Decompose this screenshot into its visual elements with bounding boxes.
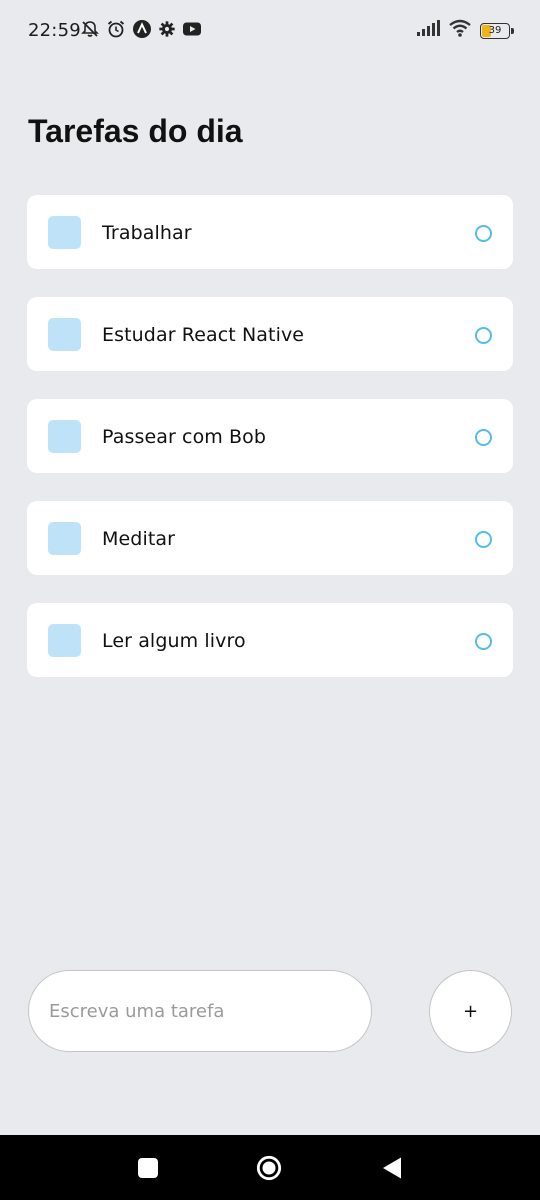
task-square-icon [48,420,81,453]
task-circle-icon[interactable] [475,327,492,344]
status-time: 22:59 [28,20,81,41]
task-label: Passear com Bob [102,426,267,448]
status-left-icons [80,19,202,39]
battery-level: 39 [488,24,502,36]
task-circle-icon[interactable] [475,429,492,446]
task-circle-icon[interactable] [475,225,492,242]
new-task-input[interactable] [28,970,372,1052]
page-title: Tarefas do dia [28,113,243,149]
add-task-button[interactable]: + [429,970,512,1053]
task-circle-icon[interactable] [475,531,492,548]
task-label: Meditar [102,528,176,550]
back-icon[interactable] [379,1155,405,1181]
recent-apps-icon[interactable] [135,1155,161,1181]
task-item[interactable]: Estudar React Native [27,297,513,371]
youtube-icon [182,21,202,37]
navigation-bar [0,1135,540,1200]
settings-icon [158,20,176,38]
alarm-icon [106,19,126,39]
task-label: Estudar React Native [102,324,305,346]
task-label: Ler algum livro [102,630,246,652]
task-item[interactable]: Ler algum livro [27,603,513,677]
app-a-icon [132,19,152,39]
signal-icon [416,20,440,41]
task-square-icon [48,216,81,249]
wifi-icon [448,19,472,42]
task-item[interactable]: Passear com Bob [27,399,513,473]
task-list: Trabalhar Estudar React Native Passear c… [27,195,513,677]
task-label: Trabalhar [102,222,192,244]
status-right-icons: 39 [416,19,514,42]
task-square-icon [48,624,81,657]
task-circle-icon[interactable] [475,633,492,650]
battery-icon: 39 [480,22,514,39]
task-item[interactable]: Meditar [27,501,513,575]
task-square-icon [48,522,81,555]
battery-tip [511,27,514,34]
status-bar: 22:59 39 [0,0,540,60]
new-task-row: + [28,970,512,1054]
task-item[interactable]: Trabalhar [27,195,513,269]
mute-notifications-icon [80,19,100,39]
task-square-icon [48,318,81,351]
home-icon[interactable] [256,1155,282,1181]
